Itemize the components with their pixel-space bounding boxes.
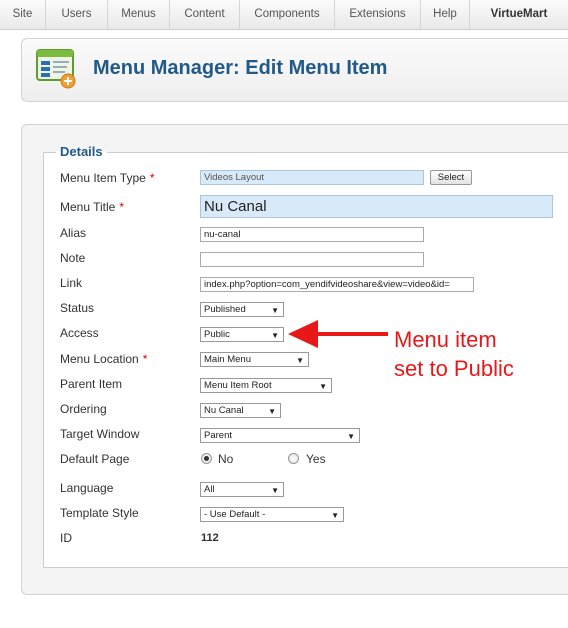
ordering-select[interactable]: Nu Canal ▼	[200, 403, 281, 418]
access-select[interactable]: Public ▼	[200, 327, 284, 342]
alias-label: Alias	[60, 226, 87, 240]
top-menu-bar: Site Users Menus Content Components Exte…	[0, 0, 568, 30]
menu-location-select[interactable]: Main Menu ▼	[200, 352, 309, 367]
chevron-down-icon: ▼	[347, 432, 355, 441]
annotation-line-2: set to Public	[394, 356, 514, 381]
menu-item-type-label: Menu Item Type *	[60, 171, 155, 185]
details-legend: Details	[56, 144, 107, 159]
default-page-yes-label: Yes	[306, 452, 326, 466]
annotation-arrow-icon	[288, 320, 388, 348]
chevron-down-icon: ▼	[271, 486, 279, 495]
menu-site[interactable]: Site	[0, 0, 46, 29]
default-page-yes-radio[interactable]	[288, 453, 299, 464]
default-page-no-radio[interactable]	[201, 453, 212, 464]
menu-users[interactable]: Users	[46, 0, 108, 29]
chevron-down-icon: ▼	[271, 306, 279, 315]
target-window-select[interactable]: Parent ▼	[200, 428, 360, 443]
menu-title-label: Menu Title *	[60, 200, 125, 214]
note-label: Note	[60, 251, 86, 265]
chevron-down-icon: ▼	[296, 356, 304, 365]
menu-location-label: Menu Location *	[60, 352, 148, 366]
language-label: Language	[60, 481, 114, 495]
chevron-down-icon: ▼	[319, 382, 327, 391]
id-value: 112	[201, 532, 219, 544]
status-select[interactable]: Published ▼	[200, 302, 284, 317]
note-input[interactable]	[200, 252, 424, 267]
ordering-label: Ordering	[60, 402, 107, 416]
parent-item-select[interactable]: Menu Item Root ▼	[200, 378, 332, 393]
template-style-select[interactable]: - Use Default - ▼	[200, 507, 344, 522]
default-page-no-label: No	[218, 452, 234, 466]
menu-title-input[interactable]: Nu Canal	[200, 195, 553, 218]
menu-item-type-field: Videos Layout	[200, 170, 424, 185]
link-label: Link	[60, 276, 83, 290]
required-star: *	[119, 200, 125, 214]
alias-input[interactable]: nu-canal	[200, 227, 424, 242]
menu-menus[interactable]: Menus	[108, 0, 170, 29]
access-label: Access	[60, 326, 99, 340]
template-style-label: Template Style	[60, 506, 139, 520]
required-star: *	[142, 352, 148, 366]
chevron-down-icon: ▼	[271, 331, 279, 340]
link-input[interactable]: index.php?option=com_yendifvideoshare&vi…	[200, 277, 474, 292]
annotation-text: Menu item set to Public	[394, 325, 514, 383]
default-page-label: Default Page	[60, 452, 130, 466]
parent-item-label: Parent Item	[60, 377, 123, 391]
menu-extensions[interactable]: Extensions	[335, 0, 421, 29]
page-title: Menu Manager: Edit Menu Item	[93, 57, 388, 79]
menu-components[interactable]: Components	[240, 0, 335, 29]
menu-virtuemart[interactable]: VirtueMart	[470, 0, 568, 29]
menu-help[interactable]: Help	[421, 0, 470, 29]
menu-manager-icon	[36, 49, 76, 89]
select-button[interactable]: Select	[430, 170, 472, 185]
required-star: *	[149, 171, 155, 185]
language-select[interactable]: All ▼	[200, 482, 284, 497]
page-header: Menu Manager: Edit Menu Item	[21, 38, 568, 102]
chevron-down-icon: ▼	[331, 511, 339, 520]
status-label: Status	[60, 301, 95, 315]
chevron-down-icon: ▼	[268, 407, 276, 416]
id-label: ID	[60, 531, 72, 545]
annotation-line-1: Menu item	[394, 327, 497, 352]
target-window-label: Target Window	[60, 427, 140, 441]
menu-content[interactable]: Content	[170, 0, 240, 29]
